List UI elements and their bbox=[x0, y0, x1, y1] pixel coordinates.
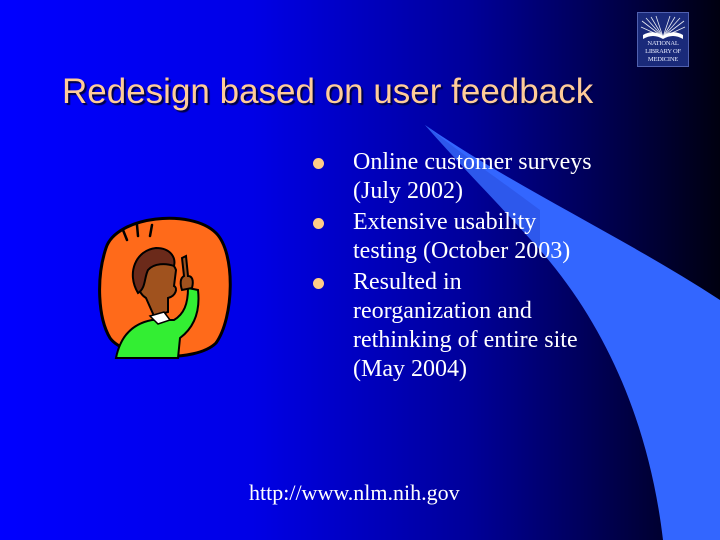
nlm-logo-text: NATIONAL LIBRARY OF MEDICINE bbox=[645, 40, 681, 63]
person-idea-clipart-icon bbox=[98, 216, 232, 359]
bullet-item: Online customer surveys (July 2002) bbox=[310, 148, 593, 206]
bullet-icon bbox=[313, 278, 324, 289]
nlm-logo-icon bbox=[640, 15, 686, 39]
bullet-text: Resulted in reorganization and rethinkin… bbox=[353, 269, 578, 382]
bullet-item: Extensive usability testing (October 200… bbox=[310, 208, 593, 266]
website-link[interactable]: http://www.nlm.nih.gov bbox=[249, 480, 460, 506]
bullet-item: Resulted in reorganization and rethinkin… bbox=[310, 268, 593, 384]
bullet-icon bbox=[313, 158, 324, 169]
slide-title: Redesign based on user feedback bbox=[62, 72, 594, 111]
bullet-text: Online customer surveys (July 2002) bbox=[353, 149, 592, 204]
bullet-text: Extensive usability testing (October 200… bbox=[353, 209, 571, 264]
slide: NATIONAL LIBRARY OF MEDICINE Redesign ba… bbox=[0, 0, 720, 540]
nlm-logo: NATIONAL LIBRARY OF MEDICINE bbox=[637, 12, 689, 67]
bullet-icon bbox=[313, 218, 324, 229]
bullet-list: Online customer surveys (July 2002) Exte… bbox=[310, 148, 593, 384]
